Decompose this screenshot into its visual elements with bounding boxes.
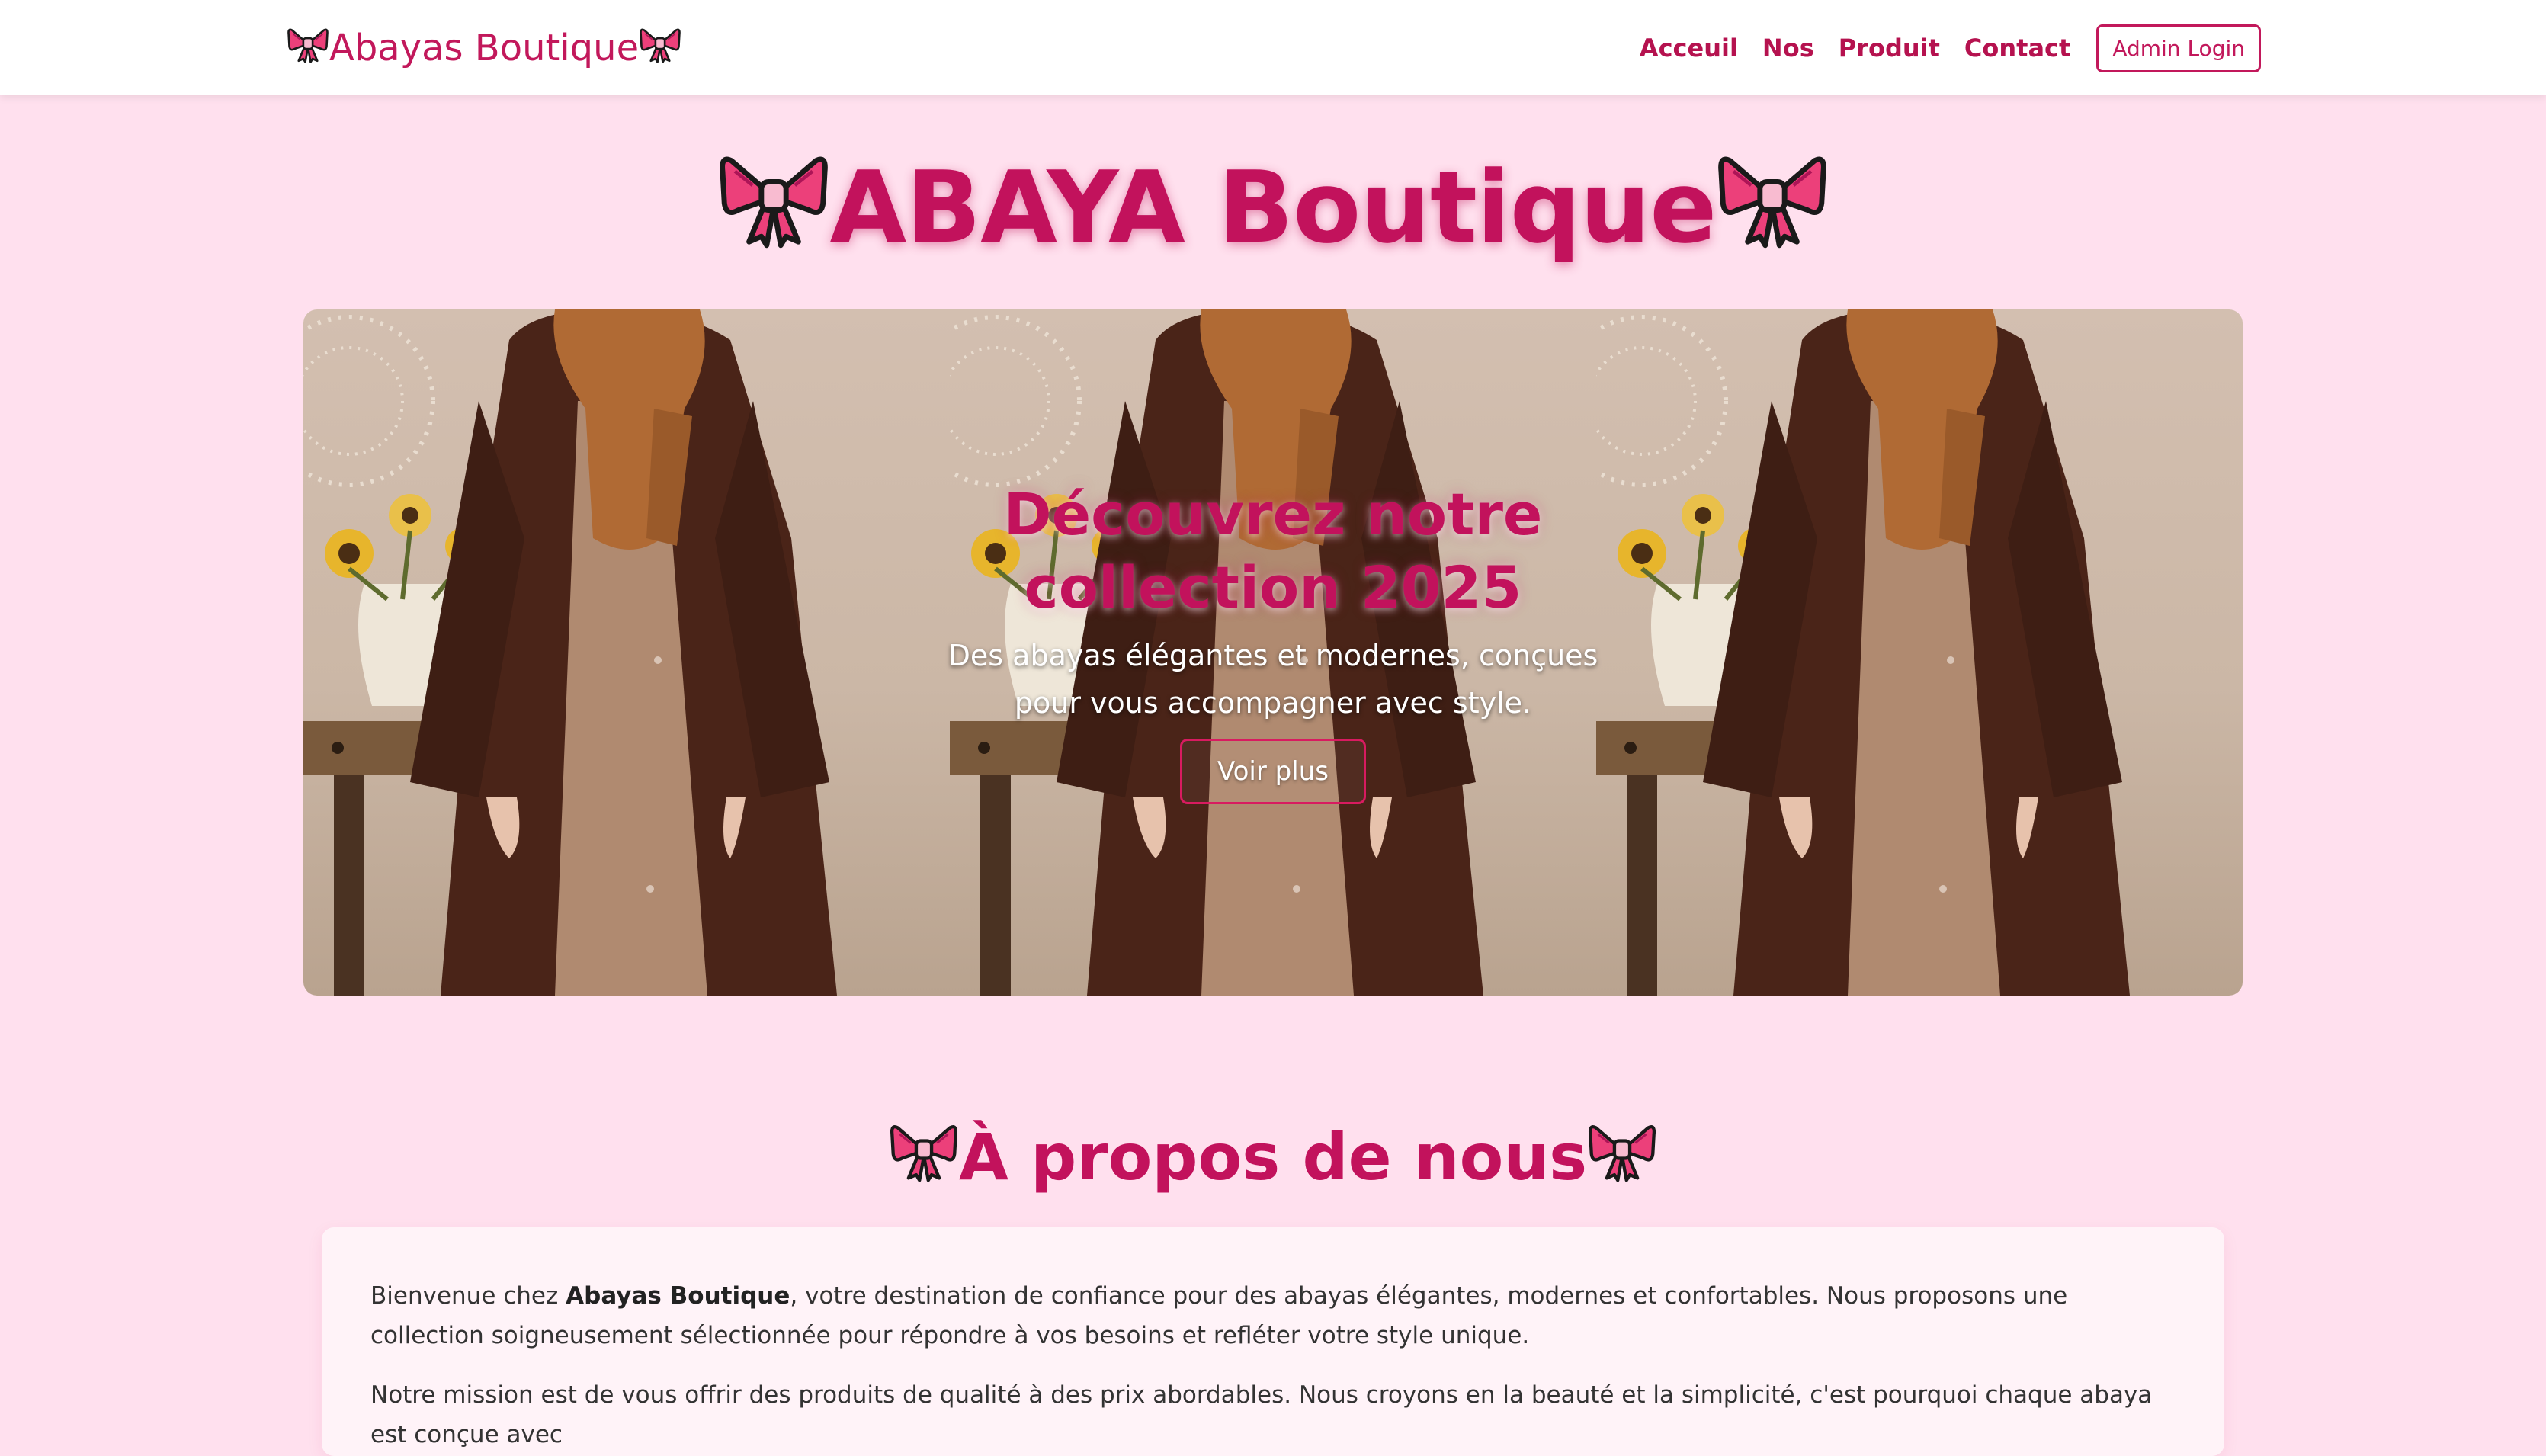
hero-title-text: ABAYA Boutique	[829, 149, 1717, 265]
banner-description: Des abayas élégantes et modernes, conçue…	[948, 639, 1598, 720]
hero-banner: Découvrez notre collection 2025 Des abay…	[303, 309, 2243, 996]
about-section-title: À propos de nous	[0, 1110, 2546, 1204]
ribbon-bow-icon	[287, 22, 329, 74]
about-card: Bienvenue chez Abayas Boutique, votre de…	[322, 1227, 2224, 1456]
hero-title: ABAYA Boutique	[0, 146, 2546, 268]
ribbon-bow-icon	[889, 1114, 959, 1200]
brand-logo[interactable]: Abayas Boutique	[287, 23, 681, 73]
ribbon-bow-icon	[639, 22, 681, 74]
about-mission-paragraph: Notre mission est de vous offrir des pro…	[370, 1381, 2153, 1448]
banner-heading: Découvrez notre collection 2025	[1003, 480, 1543, 621]
ribbon-bow-icon	[1587, 1114, 1657, 1200]
brand-name: Abayas Boutique	[329, 27, 640, 69]
see-more-button[interactable]: Voir plus	[1180, 739, 1366, 804]
ribbon-bow-icon	[1716, 140, 1829, 276]
nav-link-produit[interactable]: Produit	[1839, 34, 1940, 63]
about-brand-name: Abayas Boutique	[566, 1282, 790, 1310]
banner-caption: Découvrez notre collection 2025 Des abay…	[303, 309, 2243, 996]
about-intro-paragraph: Bienvenue chez Abayas Boutique, votre de…	[370, 1276, 2176, 1355]
nav-link-acceuil[interactable]: Acceuil	[1640, 34, 1738, 63]
admin-login-button[interactable]: Admin Login	[2096, 24, 2261, 72]
ribbon-bow-icon	[717, 140, 830, 276]
about-intro-start: Bienvenue chez	[370, 1282, 566, 1310]
about-title-text: À propos de nous	[958, 1120, 1588, 1195]
nav-link-contact[interactable]: Contact	[1964, 34, 2070, 63]
nav-links: Acceuil Nos Produit Contact Admin Login	[1640, 23, 2261, 73]
navbar: Abayas Boutique Acceuil Nos Produit Cont…	[0, 0, 2546, 95]
nav-link-nos[interactable]: Nos	[1762, 34, 1814, 63]
